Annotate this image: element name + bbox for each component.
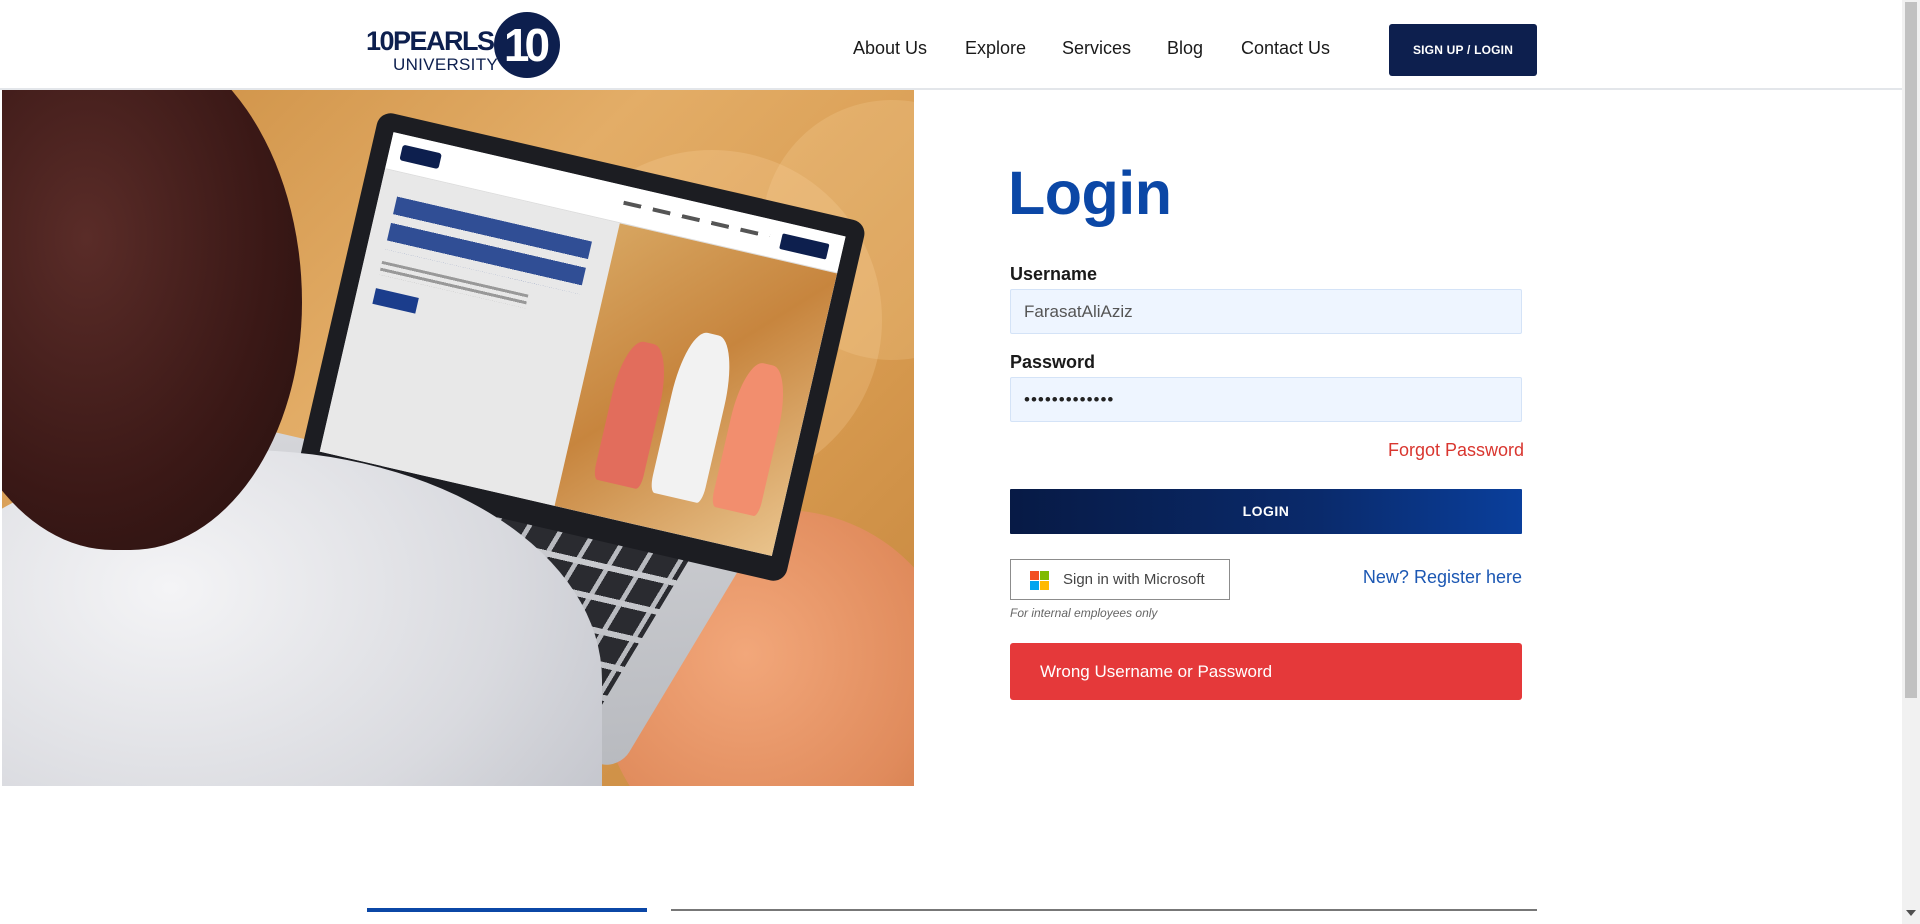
site-header: 10PEARLS UNIVERSITY 10 About Us Explore … [0, 0, 1902, 90]
password-label: Password [1010, 352, 1096, 372]
section-divider [671, 909, 1537, 911]
microsoft-logo-icon [1030, 571, 1049, 590]
username-field[interactable]: FarasatAliAziz [1010, 289, 1522, 334]
section-tab-indicator [367, 908, 647, 912]
forgot-password-link[interactable]: Forgot Password [1388, 440, 1524, 461]
scrollbar-thumb[interactable] [1905, 2, 1917, 698]
nav-blog[interactable]: Blog [1167, 38, 1203, 59]
nav-contact-us[interactable]: Contact Us [1241, 38, 1330, 59]
signup-login-button[interactable]: SIGN UP / LOGIN [1389, 24, 1537, 76]
nav-about-us[interactable]: About Us [853, 38, 927, 59]
register-link[interactable]: New? Register here [1340, 567, 1522, 588]
main-nav: About Us Explore Services Blog Contact U… [0, 38, 1400, 62]
microsoft-signin-button[interactable]: Sign in with Microsoft [1010, 559, 1230, 600]
page-scrollbar[interactable] [1902, 0, 1920, 924]
nav-explore[interactable]: Explore [965, 38, 1026, 59]
hero-image [2, 90, 914, 786]
nav-services[interactable]: Services [1062, 38, 1131, 59]
password-field[interactable]: ••••••••••••• [1010, 377, 1522, 422]
internal-employees-note: For internal employees only [1010, 606, 1158, 620]
login-title: Login [1008, 159, 1172, 227]
login-button[interactable]: LOGIN [1010, 489, 1522, 534]
login-error-alert: Wrong Username or Password [1010, 643, 1522, 700]
microsoft-signin-label: Sign in with Microsoft [1063, 571, 1205, 588]
username-label: Username [1010, 264, 1098, 284]
scroll-down-arrow-icon[interactable] [1906, 910, 1916, 916]
